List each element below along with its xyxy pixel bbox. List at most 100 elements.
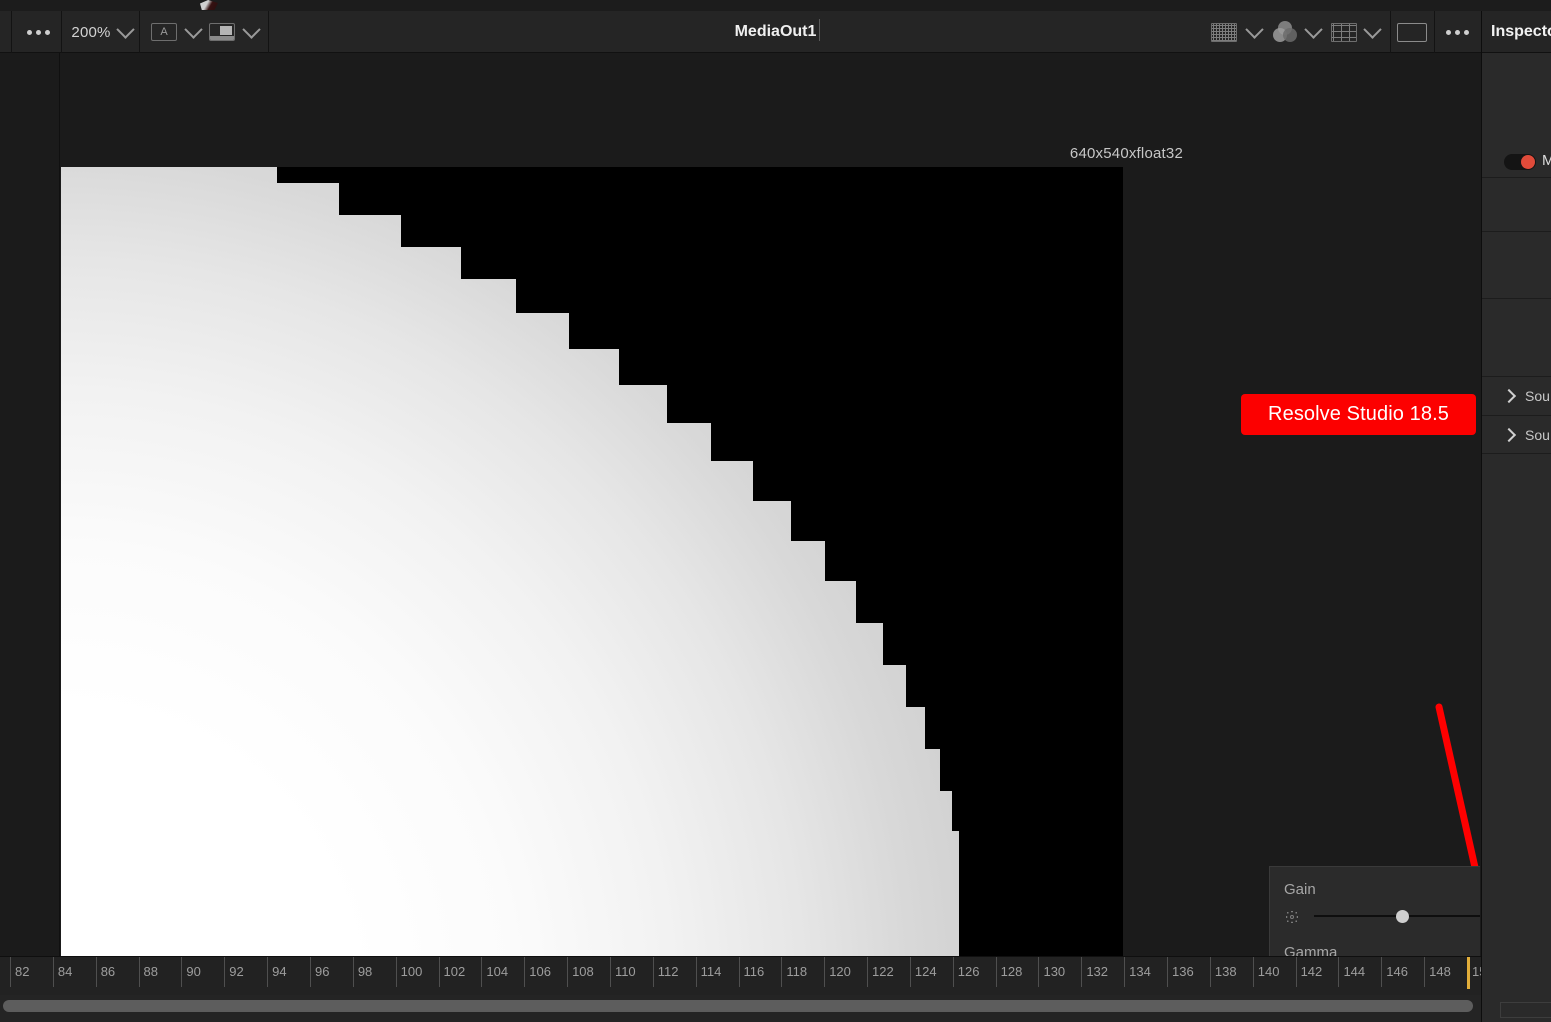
ruler-tick-label: 100 bbox=[400, 964, 423, 979]
ruler-tick bbox=[1167, 957, 1169, 987]
ruler-tick bbox=[138, 957, 140, 987]
thumbnail-view-button[interactable] bbox=[208, 11, 236, 53]
ruler-tick-label: 122 bbox=[872, 964, 894, 979]
ruler-tick-label: 104 bbox=[486, 964, 509, 979]
toolbar-divider bbox=[11, 11, 12, 53]
zoom-level-label: 200% bbox=[71, 23, 111, 41]
ruler-tick-label: 92 bbox=[229, 964, 244, 979]
ruler-tick bbox=[909, 957, 911, 987]
ruler-tick-label: 102 bbox=[443, 964, 466, 979]
more-options-button-left[interactable] bbox=[22, 11, 55, 53]
ruler-tick bbox=[181, 957, 183, 987]
partial-cursor-glyph bbox=[200, 0, 218, 10]
chevron-down-icon bbox=[115, 19, 135, 39]
frame-fit-button[interactable] bbox=[1397, 11, 1427, 53]
ruler-tick-label: 108 bbox=[572, 964, 594, 979]
ruler-tick-label: 128 bbox=[1000, 964, 1023, 979]
chevron-down-icon bbox=[241, 19, 261, 39]
inspector-section-label: Sou bbox=[1525, 387, 1550, 404]
media-enable-toggle[interactable] bbox=[1504, 154, 1536, 170]
ruler-tick bbox=[952, 957, 954, 987]
color-wheel-icon bbox=[1273, 21, 1297, 43]
ruler-tick bbox=[1252, 957, 1254, 987]
horizontal-scrollbar-area[interactable] bbox=[0, 995, 1551, 1022]
ruler-tick-label: 94 bbox=[272, 964, 287, 979]
ruler-tick bbox=[224, 957, 226, 987]
left-side-strip bbox=[0, 53, 60, 956]
ruler-tick-label: 134 bbox=[1129, 964, 1151, 979]
ruler-tick-label: 84 bbox=[57, 964, 73, 979]
ruler-tick-label: 118 bbox=[786, 964, 808, 979]
split-view-button[interactable]: A bbox=[150, 11, 178, 53]
chevron-right-icon bbox=[1501, 427, 1517, 442]
inspector-section-source-2[interactable]: Sou bbox=[1482, 415, 1551, 453]
ruler-tick bbox=[10, 957, 11, 987]
inspector-panel: Inspector M Sou Sou bbox=[1481, 11, 1551, 1022]
horizontal-scrollbar-thumb[interactable] bbox=[3, 1000, 1473, 1012]
toolbar-divider bbox=[1390, 11, 1391, 53]
grid-overlay-button[interactable] bbox=[1330, 11, 1358, 53]
ruler-tick bbox=[395, 957, 397, 987]
thumbnail-dropdown-button[interactable] bbox=[241, 11, 261, 53]
resolution-label: 640x540xfloat32 bbox=[1069, 145, 1183, 162]
color-wheel-button[interactable] bbox=[1271, 11, 1299, 53]
checker-grid-dropdown-button[interactable] bbox=[1244, 11, 1264, 53]
chevron-down-icon bbox=[1362, 19, 1382, 39]
gain-label: Gain bbox=[1284, 881, 1316, 898]
toolbar-divider bbox=[139, 11, 140, 53]
checker-grid-icon bbox=[1211, 22, 1237, 42]
title-caret bbox=[819, 19, 820, 41]
inspector-divider bbox=[1482, 453, 1551, 454]
ruler-tick bbox=[267, 957, 269, 987]
chevron-right-icon bbox=[1501, 388, 1517, 403]
ruler-tick bbox=[1209, 957, 1211, 987]
inspector-divider bbox=[1482, 231, 1551, 232]
checker-grid-button[interactable] bbox=[1210, 11, 1238, 53]
ruler-tick bbox=[481, 957, 483, 987]
ruler-tick bbox=[1081, 957, 1083, 987]
timeline-playhead[interactable] bbox=[1467, 957, 1470, 989]
status-badge-label: Resolve Studio 18.5 bbox=[1268, 403, 1449, 425]
ruler-tick bbox=[609, 957, 611, 987]
gamma-label: Gamma bbox=[1284, 944, 1338, 956]
ruler-tick-label: 112 bbox=[657, 964, 679, 979]
ruler-tick bbox=[995, 957, 997, 987]
timeline-ruler[interactable]: 82 84 86 88 90 92 94 96 98 100 102 104 106 108 110 112 1… bbox=[0, 956, 1551, 996]
app-root: 200% A MediaOut1 640x540xfloat32 Resolve… bbox=[0, 0, 1551, 1022]
ruler-tick bbox=[1381, 957, 1383, 987]
rendered-image bbox=[61, 167, 1123, 956]
color-wheel-dropdown-button[interactable] bbox=[1303, 11, 1323, 53]
media-enable-label: M bbox=[1542, 152, 1551, 169]
ruler-tick bbox=[652, 957, 654, 987]
ruler-tick-label: 88 bbox=[143, 964, 159, 979]
more-options-button-right[interactable] bbox=[1441, 11, 1474, 53]
toolbar-divider bbox=[61, 11, 62, 53]
ruler-tick bbox=[1295, 957, 1297, 987]
inspector-body: M Sou Sou bbox=[1482, 53, 1551, 1022]
inspector-divider bbox=[1482, 177, 1551, 178]
aliased-edge-overlay bbox=[61, 167, 1123, 956]
ruler-tick-label: 114 bbox=[700, 964, 722, 979]
ruler-tick bbox=[52, 957, 54, 987]
zoom-dropdown-button[interactable] bbox=[115, 11, 135, 53]
inspector-title: Inspector bbox=[1482, 11, 1551, 53]
toolbar-divider bbox=[1434, 11, 1435, 53]
gain-slider-knob[interactable] bbox=[1396, 910, 1409, 923]
toolbar-divider bbox=[268, 11, 269, 53]
viewer-canvas[interactable]: 640x540xfloat32 Resolve Studio 18.5 Gain… bbox=[61, 53, 1480, 956]
ruler-tick-label: 126 bbox=[957, 964, 980, 979]
ruler-tick bbox=[738, 957, 740, 987]
image-thumbnail-icon bbox=[209, 23, 235, 41]
inspector-section-source-1[interactable]: Sou bbox=[1482, 376, 1551, 414]
ruler-tick-label: 90 bbox=[186, 964, 201, 979]
ruler-tick bbox=[352, 957, 354, 987]
grid-overlay-dropdown-button[interactable] bbox=[1362, 11, 1382, 53]
zoom-level-button[interactable]: 200% bbox=[69, 11, 113, 53]
ruler-tick bbox=[1338, 957, 1340, 987]
ruler-tick-label: 82 bbox=[15, 964, 30, 979]
more-options-icon bbox=[1446, 29, 1469, 35]
inspector-bottom-box bbox=[1500, 1002, 1551, 1018]
ruler-tick-label: 130 bbox=[1043, 964, 1066, 979]
ruler-tick-label: 98 bbox=[357, 964, 373, 979]
split-view-dropdown-button[interactable] bbox=[183, 11, 203, 53]
